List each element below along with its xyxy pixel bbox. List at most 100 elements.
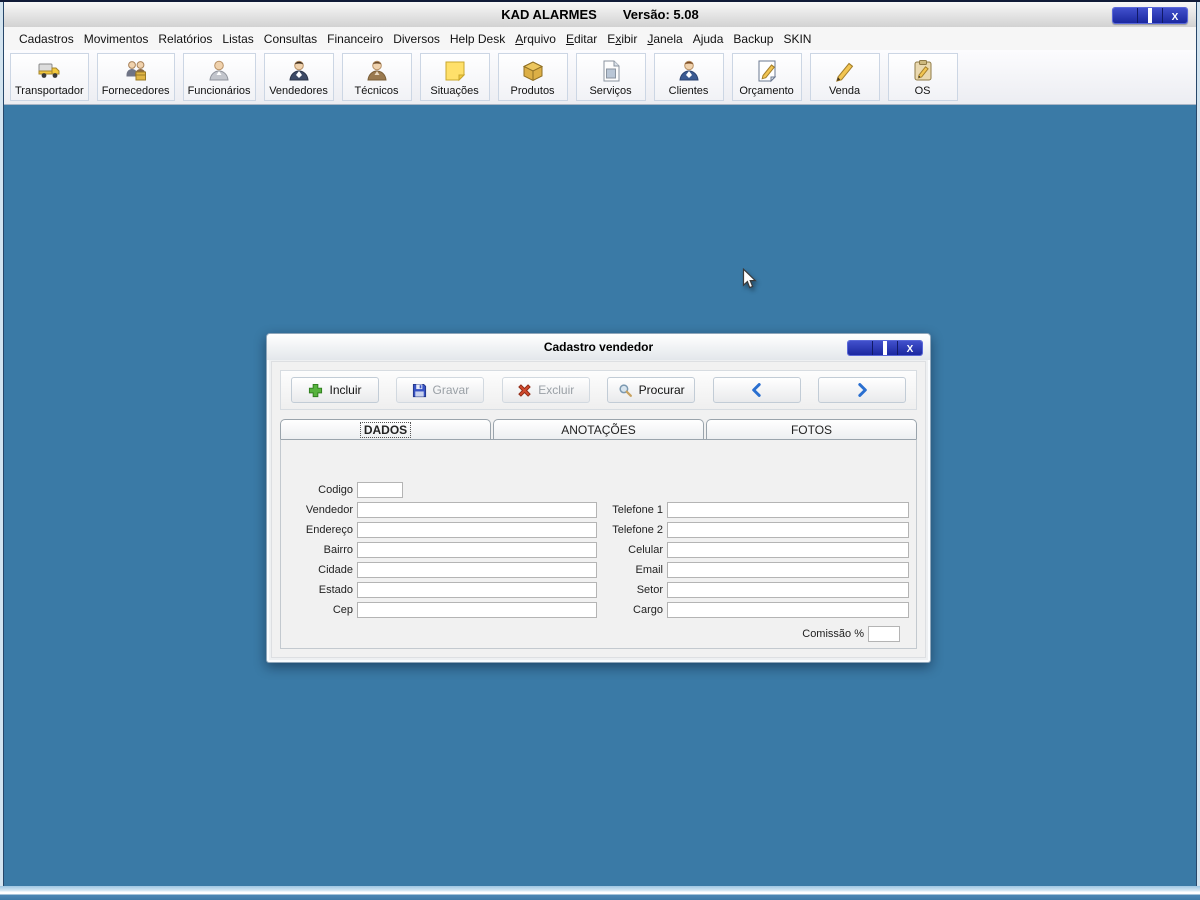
toolbar-vendedores-button[interactable]: Vendedores — [263, 53, 334, 101]
celular-row: Celular — [597, 540, 909, 560]
menu-help-desk[interactable]: Help Desk — [445, 30, 510, 48]
toolbar-fornecedores-button[interactable]: Fornecedores — [96, 53, 175, 101]
employee-icon — [206, 58, 232, 84]
email-label: Email — [635, 564, 663, 576]
menu-ajuda[interactable]: Ajuda — [688, 30, 729, 48]
toolbar-label: Produtos — [510, 84, 555, 97]
menu-relatorios[interactable]: Relatórios — [153, 30, 217, 48]
bairro-input[interactable] — [357, 542, 597, 558]
codigo-input[interactable] — [357, 482, 403, 498]
comissao-input[interactable] — [868, 626, 900, 642]
comissao-row: Comissão % — [802, 624, 900, 644]
cargo-input[interactable] — [667, 602, 909, 618]
estado-input[interactable] — [357, 582, 597, 598]
toolbar-produtos-button[interactable]: Produtos — [497, 53, 568, 101]
endereco-label: Endereço — [305, 524, 353, 536]
toolbar-orcamento-button[interactable]: Orçamento — [731, 53, 802, 101]
close-icon: X — [906, 344, 914, 355]
toolbar-clientes-button[interactable]: Clientes — [653, 53, 724, 101]
toolbar-venda-button[interactable]: Venda — [809, 53, 880, 101]
dialog-titlebar[interactable]: Cadastro vendedor X — [267, 334, 930, 360]
window-controls: X — [1112, 7, 1188, 24]
toolbar-label: Transportador — [15, 84, 84, 97]
maximize-button[interactable] — [1138, 8, 1163, 23]
next-button[interactable] — [817, 377, 906, 403]
previous-button[interactable] — [712, 377, 801, 403]
menu-backup[interactable]: Backup — [728, 30, 778, 48]
cep-input[interactable] — [357, 602, 597, 618]
celular-input[interactable] — [667, 542, 909, 558]
setor-input[interactable] — [667, 582, 909, 598]
minimize-button[interactable] — [848, 341, 873, 355]
close-button[interactable]: X — [898, 341, 922, 355]
email-input[interactable] — [667, 562, 909, 578]
menu-listas[interactable]: Listas — [217, 30, 258, 48]
menu-janela[interactable]: Janela — [642, 30, 687, 48]
dialog-body: Incluir Gravar Excluir Procurar DADOS ANOTAÇ… — [271, 361, 926, 658]
bairro-row: Bairro — [283, 540, 597, 560]
endereco-input[interactable] — [357, 522, 597, 538]
telefone1-label: Telefone 1 — [612, 504, 663, 516]
vendedor-input[interactable] — [357, 502, 597, 518]
endereco-row: Endereço — [283, 520, 597, 540]
menu-movimentos[interactable]: Movimentos — [79, 30, 154, 48]
menu-consultas[interactable]: Consultas — [259, 30, 322, 48]
titlebar[interactable]: KAD ALARMES Versão: 5.08 X — [4, 2, 1196, 28]
action-label: Gravar — [432, 383, 470, 397]
incluir-button[interactable]: Incluir — [291, 377, 379, 403]
maximize-icon — [1148, 8, 1152, 23]
telefone1-input[interactable] — [667, 502, 909, 518]
action-label: Procurar — [638, 383, 685, 397]
clipboard-icon — [910, 58, 936, 84]
menu-exibir[interactable]: Exibir — [602, 30, 642, 48]
window-frame-bottom — [0, 886, 1200, 900]
window-frame-left — [0, 2, 4, 888]
menu-skin[interactable]: SKIN — [778, 30, 816, 48]
toolbar-label: Venda — [828, 84, 861, 97]
gravar-button[interactable]: Gravar — [396, 377, 485, 403]
cep-label: Cep — [332, 604, 353, 616]
tab-panel-dados: Codigo Vendedor Endereço Bairro Cidade Estado… — [280, 439, 917, 649]
toolbar-funcionarios-button[interactable]: Funcionários — [182, 53, 256, 101]
menu-diversos[interactable]: Diversos — [388, 30, 445, 48]
maximize-button[interactable] — [873, 341, 898, 355]
telefone2-input[interactable] — [667, 522, 909, 538]
pencil-icon — [832, 58, 858, 84]
codigo-label: Codigo — [318, 484, 353, 496]
action-label: Excluir — [538, 383, 575, 397]
cargo-label: Cargo — [633, 604, 663, 616]
minimize-button[interactable] — [1113, 8, 1138, 23]
dialog-window-controls: X — [847, 340, 923, 356]
app-version: Versão: 5.08 — [622, 7, 699, 22]
toolbar-servicos-button[interactable]: Serviços — [575, 53, 646, 101]
tab-dados[interactable]: DADOS — [280, 419, 491, 439]
chevron-left-icon — [750, 383, 764, 397]
toolbar-situacoes-button[interactable]: Situações — [419, 53, 490, 101]
tab-fotos[interactable]: FOTOS — [706, 419, 917, 439]
setor-row: Setor — [597, 580, 909, 600]
menu-editar[interactable]: Editar — [561, 30, 602, 48]
comissao-label: Comissão % — [802, 628, 864, 640]
bairro-label: Bairro — [323, 544, 353, 556]
cidade-label: Cidade — [318, 564, 353, 576]
close-icon: X — [1171, 11, 1179, 23]
excluir-button[interactable]: Excluir — [501, 377, 590, 403]
close-button[interactable]: X — [1163, 8, 1187, 23]
menu-cadastros[interactable]: Cadastros — [14, 30, 79, 48]
client-icon — [676, 58, 702, 84]
toolbar-transportador-button[interactable]: Transportador — [10, 53, 89, 101]
toolbar-tecnicos-button[interactable]: Técnicos — [341, 53, 412, 101]
maximize-icon — [883, 341, 887, 355]
application-window: KAD ALARMES Versão: 5.08 X Cadastros Movi… — [0, 0, 1200, 900]
toolbar-label: Clientes — [668, 84, 709, 97]
cargo-row: Cargo — [597, 600, 909, 620]
tab-anotacoes[interactable]: ANOTAÇÕES — [493, 419, 704, 439]
toolbar-os-button[interactable]: OS — [887, 53, 958, 101]
procurar-button[interactable]: Procurar — [607, 377, 696, 403]
chevron-right-icon — [855, 383, 869, 397]
estado-row: Estado — [283, 580, 597, 600]
codigo-row: Codigo — [283, 480, 597, 500]
cidade-input[interactable] — [357, 562, 597, 578]
menu-arquivo[interactable]: Arquivo — [510, 30, 561, 48]
menu-financeiro[interactable]: Financeiro — [322, 30, 388, 48]
